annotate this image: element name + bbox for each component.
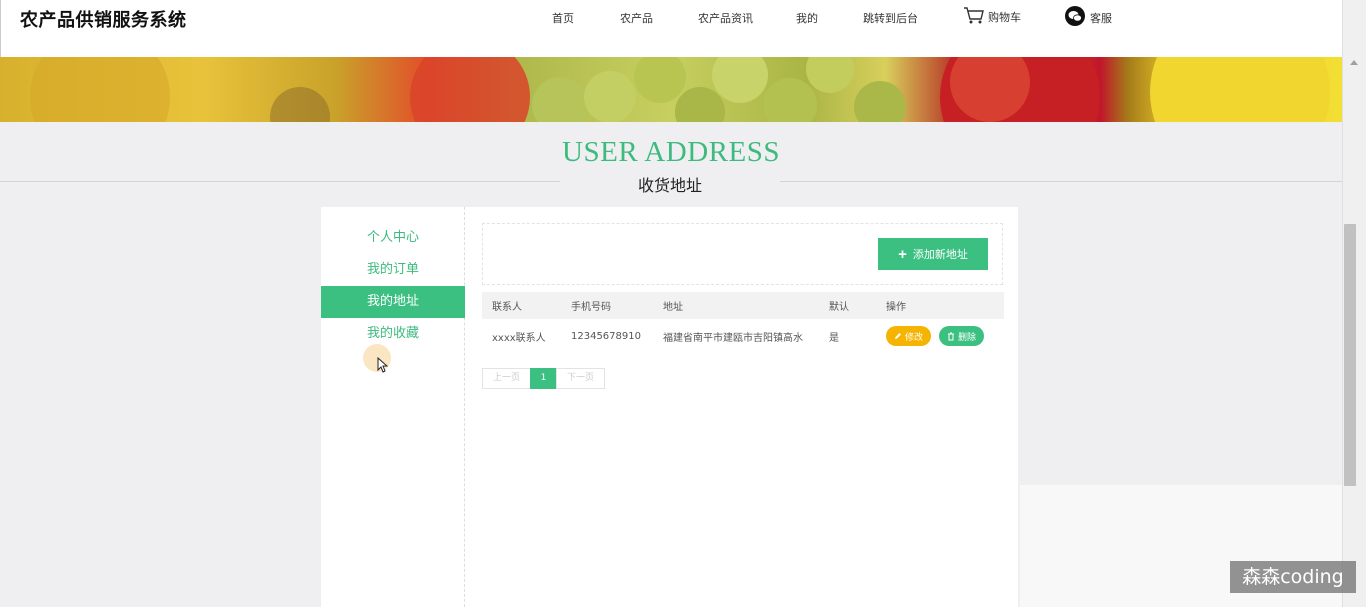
wechat-icon — [1065, 6, 1085, 26]
nav-mine-link[interactable]: 我的 — [796, 10, 818, 26]
nav-admin-link[interactable]: 跳转到后台 — [863, 10, 918, 26]
nav-cart-label: 购物车 — [988, 11, 1021, 24]
section-title: USER ADDRESS — [562, 136, 780, 168]
col-header-actions: 操作 — [886, 302, 906, 313]
section-subtitle: 收货地址 — [560, 172, 780, 196]
delete-address-button[interactable]: 删除 — [939, 326, 985, 346]
site-brand[interactable]: 农产品供销服务系统 — [20, 6, 187, 32]
edit-address-button[interactable]: 修改 — [886, 326, 932, 346]
pager-next-button[interactable]: 下一页 — [556, 368, 606, 389]
pager-prev-button[interactable]: 上一页 — [482, 368, 532, 389]
sidebar-item-address[interactable]: 我的地址 — [321, 286, 465, 318]
sidebar-item-profile[interactable]: 个人中心 — [321, 222, 465, 254]
mouse-cursor-icon — [377, 357, 388, 373]
sidebar-item-orders[interactable]: 我的订单 — [321, 254, 465, 286]
top-nav-bar: 农产品供销服务系统 首页 农产品 农产品资讯 我的 跳转到后台 购物车 客服 — [0, 0, 1342, 57]
address-toolbar: + 添加新地址 — [482, 223, 1003, 285]
address-table: 联系人 手机号码 地址 默认 操作 xxxx联系人 12345678910 福建… — [482, 292, 1004, 353]
nav-products-link[interactable]: 农产品 — [620, 10, 653, 26]
nav-news-link[interactable]: 农产品资讯 — [698, 10, 753, 26]
user-center-panel: 个人中心 我的订单 我的地址 我的收藏 + 添加新地址 联系人 手机号码 地址 … — [321, 207, 1018, 607]
video-watermark: 森森coding — [1230, 561, 1356, 593]
cell-address: 福建省南平市建瓯市吉阳镇高水 — [663, 332, 803, 344]
col-header-address: 地址 — [663, 302, 683, 313]
add-address-button[interactable]: + 添加新地址 — [878, 238, 988, 270]
nav-home-link[interactable]: 首页 — [552, 10, 574, 26]
add-address-label: 添加新地址 — [912, 249, 968, 261]
scrollbar-thumb[interactable] — [1344, 224, 1356, 486]
edit-label: 修改 — [905, 331, 924, 342]
nav-service-label: 客服 — [1090, 12, 1112, 25]
scroll-up-arrow-icon[interactable] — [1350, 60, 1358, 65]
table-row: xxxx联系人 12345678910 福建省南平市建瓯市吉阳镇高水 是 修改 … — [482, 319, 1004, 353]
col-header-contact: 联系人 — [492, 302, 522, 313]
nav-cart-link[interactable]: 购物车 — [963, 6, 1021, 25]
cell-actions: 修改 删除 — [886, 319, 992, 353]
fruit-banner-image — [0, 57, 1342, 122]
col-header-phone: 手机号码 — [571, 302, 611, 313]
pencil-icon — [895, 333, 901, 339]
table-header-row: 联系人 手机号码 地址 默认 操作 — [482, 292, 1004, 319]
cart-icon — [964, 7, 984, 24]
user-sidebar: 个人中心 我的订单 我的地址 我的收藏 — [321, 207, 465, 607]
pagination: 上一页 1 下一页 — [482, 368, 606, 389]
sidebar-item-favorites[interactable]: 我的收藏 — [321, 318, 465, 350]
col-header-default: 默认 — [829, 302, 849, 313]
trash-icon — [948, 332, 955, 340]
cell-phone: 12345678910 — [571, 330, 641, 342]
nav-service-link[interactable]: 客服 — [1065, 6, 1112, 26]
plus-icon: + — [898, 245, 907, 263]
pager-current-page[interactable]: 1 — [530, 368, 558, 389]
cell-contact: xxxx联系人 — [492, 332, 546, 344]
delete-label: 删除 — [958, 331, 977, 342]
cell-default: 是 — [829, 332, 839, 344]
